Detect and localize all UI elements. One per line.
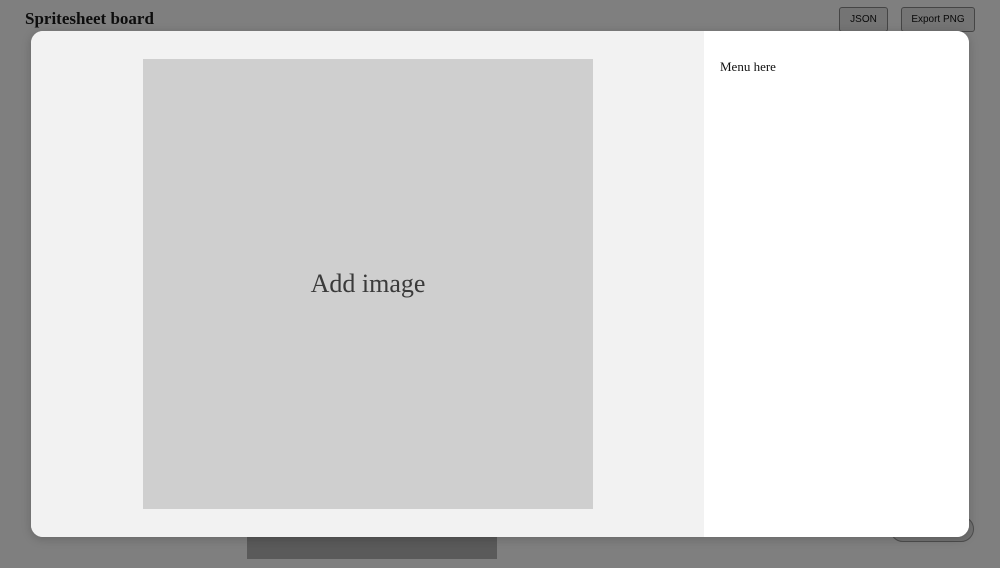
- modal-menu-panel: Menu here: [704, 31, 969, 537]
- add-image-dropzone[interactable]: Add image: [143, 59, 593, 509]
- image-modal: Add image Menu here: [31, 31, 969, 537]
- add-image-label: Add image: [310, 269, 426, 298]
- modal-image-panel: Add image: [31, 31, 704, 537]
- menu-placeholder-text: Menu here: [720, 59, 776, 74]
